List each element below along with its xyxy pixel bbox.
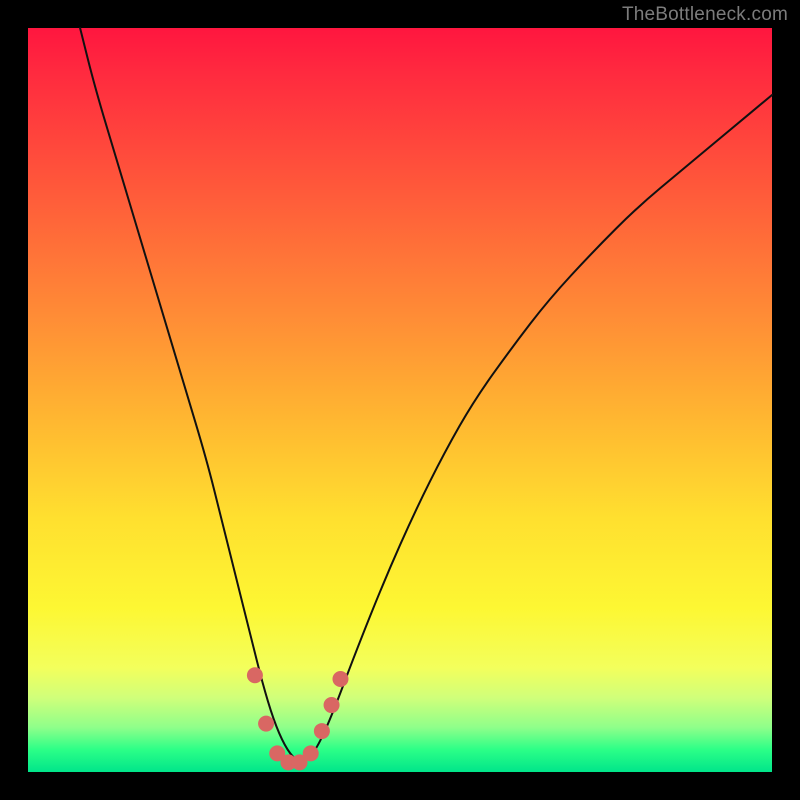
marker-point [324, 697, 340, 713]
marker-point [314, 723, 330, 739]
marker-point [332, 671, 348, 687]
outer-frame: TheBottleneck.com [0, 0, 800, 800]
marker-point [247, 667, 263, 683]
bottleneck-curve [80, 28, 772, 761]
chart-svg [28, 28, 772, 772]
marker-point [258, 716, 274, 732]
marker-point [303, 745, 319, 761]
plot-area [28, 28, 772, 772]
watermark-text: TheBottleneck.com [622, 4, 788, 26]
